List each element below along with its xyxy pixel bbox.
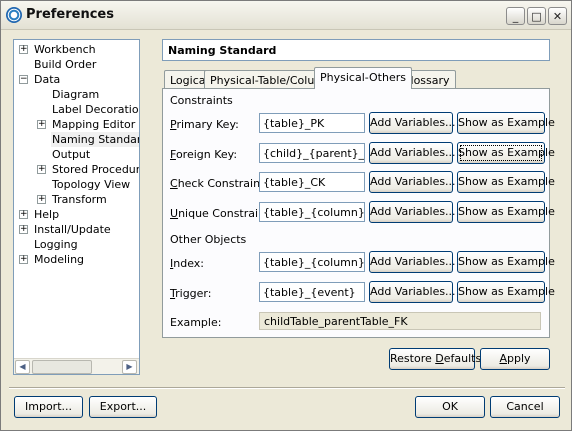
show-as-example-button[interactable]: Show as Example: [457, 201, 555, 223]
add-variables-button[interactable]: Add Variables...: [369, 112, 456, 134]
eclipse-app-icon: [6, 7, 22, 23]
window-title: Preferences: [26, 7, 114, 22]
tree-item-label: Workbench: [34, 43, 96, 56]
tree-item-label: Topology View: [52, 178, 131, 191]
add-variables-button[interactable]: Add Variables...: [369, 142, 456, 164]
add-variables-button[interactable]: Add Variables...: [369, 201, 456, 223]
tree-item-label: Logging: [34, 238, 78, 251]
show-as-example-button[interactable]: Show as Example: [457, 112, 555, 134]
tree-item-label: Stored Procedures a: [52, 163, 140, 176]
ok-button[interactable]: OK: [415, 396, 485, 418]
page-title: Naming Standard: [162, 39, 550, 61]
trigger-input[interactable]: {table}_{event}: [259, 282, 365, 302]
show-as-example-button[interactable]: Show as Example: [457, 142, 555, 164]
expand-icon[interactable]: +: [19, 45, 28, 54]
dialog-separator: [9, 387, 565, 389]
check-constraint-input[interactable]: {table}_CK: [259, 172, 365, 192]
tree-item-label: Build Order: [34, 58, 97, 71]
tree-item-label: Help: [34, 208, 60, 221]
show-as-example-button[interactable]: Show as Example: [457, 281, 555, 303]
preferences-tree: + Workbench Build Order − Data Diagram L…: [13, 39, 140, 375]
close-icon: ✕: [552, 9, 563, 23]
tree-item-label: Diagram: [52, 88, 100, 101]
add-variables-button[interactable]: Add Variables...: [369, 171, 456, 193]
minimize-icon: _: [512, 9, 519, 23]
constraints-heading: Constraints: [170, 94, 233, 107]
expand-icon[interactable]: +: [19, 225, 28, 234]
primary-key-input[interactable]: {table}_PK: [259, 113, 365, 133]
maximize-button[interactable]: □: [527, 7, 546, 25]
foreign-key-input[interactable]: {child}_{parent}_FK: [259, 143, 365, 163]
apply-button[interactable]: Apply: [480, 348, 550, 370]
tree-item-label: Output: [52, 148, 91, 161]
tab-physical-others[interactable]: Physical-Others: [314, 67, 412, 89]
trigger-label: Trigger:: [170, 287, 212, 300]
minimize-button[interactable]: _: [506, 7, 525, 25]
title-bar: Preferences _ □ ✕: [1, 1, 571, 30]
preferences-window: Preferences _ □ ✕ + Workbench Build Orde…: [0, 0, 572, 431]
foreign-key-label: Foreign Key:: [170, 148, 238, 161]
expand-icon[interactable]: +: [37, 195, 46, 204]
expand-icon[interactable]: +: [19, 255, 28, 264]
expand-icon[interactable]: +: [37, 120, 46, 129]
close-button[interactable]: ✕: [548, 7, 567, 25]
restore-defaults-button[interactable]: Restore Defaults: [389, 348, 481, 370]
unique-constraint-input[interactable]: {table}_{column}_UN: [259, 202, 365, 222]
scroll-right-icon[interactable]: ▶: [122, 360, 137, 374]
example-output-field: childTable_parentTable_FK: [259, 312, 541, 330]
tree-item-label: Install/Update: [34, 223, 111, 236]
other-objects-heading: Other Objects: [170, 233, 247, 246]
expand-icon[interactable]: +: [19, 210, 28, 219]
primary-key-label: Primary Key:: [170, 118, 239, 131]
maximize-icon: □: [531, 9, 542, 23]
example-label: Example:: [170, 316, 222, 329]
check-constraint-label: Check Constraint:: [170, 177, 269, 190]
scroll-left-icon[interactable]: ◀: [15, 360, 30, 374]
index-label: Index:: [170, 257, 204, 270]
cancel-button[interactable]: Cancel: [490, 396, 560, 418]
unique-constraint-label: Unique Constraint:: [170, 207, 274, 220]
tree-item-label: Data: [34, 73, 61, 86]
index-input[interactable]: {table}_{column}_IDX: [259, 252, 365, 272]
scrollbar-thumb[interactable]: [32, 360, 92, 374]
tree-item-label: Modeling: [34, 253, 85, 266]
import-button[interactable]: Import...: [14, 396, 83, 418]
tree-item-label: Transform: [52, 193, 107, 206]
collapse-icon[interactable]: −: [19, 75, 28, 84]
tree-horizontal-scrollbar[interactable]: ◀ ▶: [14, 358, 139, 374]
export-button[interactable]: Export...: [89, 396, 157, 418]
show-as-example-button[interactable]: Show as Example: [457, 171, 555, 193]
expand-icon[interactable]: +: [37, 165, 46, 174]
show-as-example-button[interactable]: Show as Example: [457, 251, 555, 273]
tree-item-label: Mapping Editor: [52, 118, 136, 131]
add-variables-button[interactable]: Add Variables...: [369, 251, 456, 273]
add-variables-button[interactable]: Add Variables...: [369, 281, 456, 303]
tree-item-label: Label Decorations: [52, 103, 139, 116]
tree-item-label: Naming Standard: [51, 132, 139, 147]
